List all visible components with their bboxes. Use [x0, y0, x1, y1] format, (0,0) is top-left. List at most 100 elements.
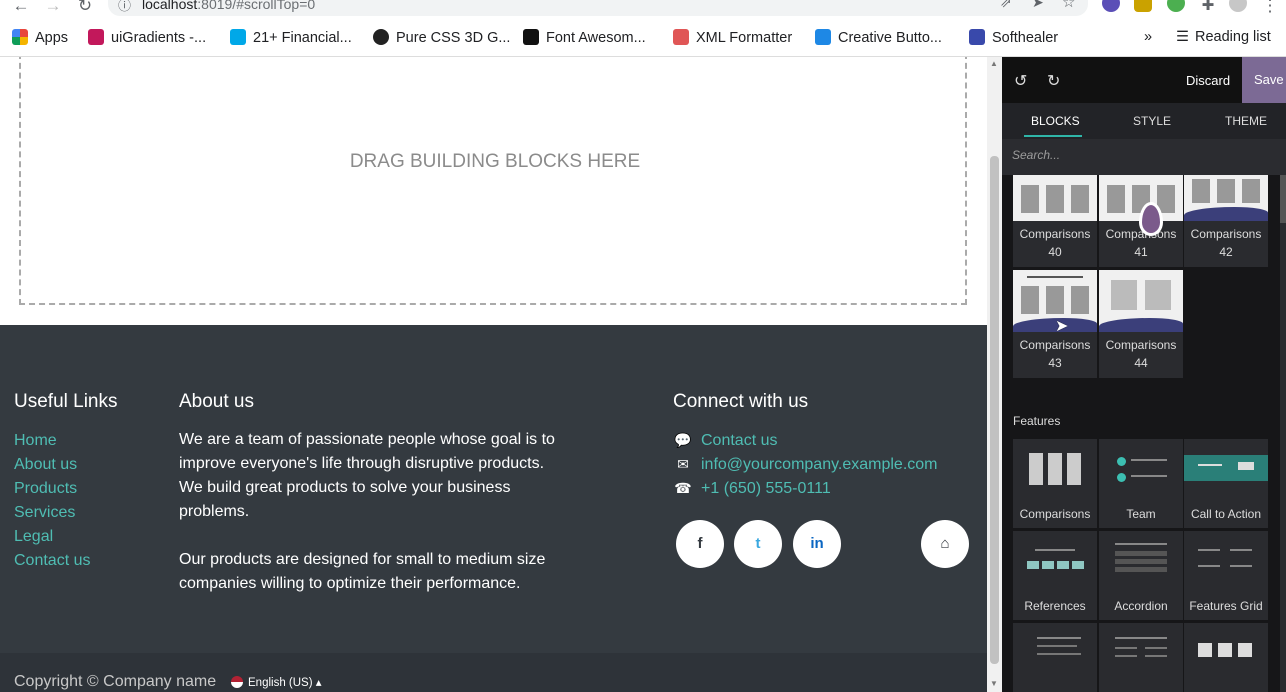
snippet-label: Comparisons: [1019, 507, 1091, 521]
reload-icon[interactable]: ↻: [74, 0, 96, 16]
snippet-label: Team: [1126, 507, 1156, 521]
snippet-feature-comparisons[interactable]: Comparisons: [1013, 439, 1097, 528]
bookmark-star-icon[interactable]: ☆: [1062, 0, 1075, 11]
extension-color-icon[interactable]: [1102, 0, 1120, 12]
snippet-references[interactable]: References: [1013, 531, 1097, 620]
block-dropzone[interactable]: DRAG BUILDING BLOCKS HERE: [19, 57, 967, 305]
footer-link-services[interactable]: Services: [14, 504, 75, 522]
xml-formatter-icon: [673, 29, 689, 45]
thumb-card: [1145, 280, 1171, 310]
scroll-thumb[interactable]: [990, 156, 999, 664]
snippet-label: Accordion: [1114, 599, 1168, 613]
tab-blocks[interactable]: BLOCKS: [1031, 114, 1080, 128]
thumb-line: [1035, 549, 1075, 551]
facebook-icon[interactable]: f: [676, 520, 724, 568]
snippet-label-line: 40: [1048, 245, 1062, 259]
about-paragraph-1: We are a team of passionate people whose…: [179, 428, 555, 524]
snippet-team[interactable]: Team: [1099, 439, 1183, 528]
reading-list[interactable]: ☰ Reading list: [1176, 29, 1271, 45]
language-selector[interactable]: English (US) ▴: [231, 675, 322, 689]
snippet-comparisons-44[interactable]: Comparisons 44: [1099, 270, 1183, 378]
tab-theme[interactable]: THEME: [1225, 114, 1267, 128]
url-bar-row: ← → ↻ ⓘ localhost:8019/#scrollTop=0 ⇗ ➤ …: [0, 0, 1286, 18]
bookmarks-more[interactable]: »: [1144, 29, 1152, 45]
undo-icon[interactable]: ↺: [1014, 71, 1027, 91]
thumb-card: [1021, 185, 1039, 213]
menu-dots-icon[interactable]: ⋮: [1259, 0, 1281, 16]
bookmark-apps[interactable]: Apps: [12, 29, 68, 46]
save-button[interactable]: Save: [1242, 57, 1286, 103]
thumb-wave: [1184, 207, 1268, 221]
forward-arrow-icon[interactable]: →: [42, 0, 64, 16]
thumb-card: [1192, 179, 1210, 203]
bookmark-financial[interactable]: 21+ Financial...: [230, 29, 352, 46]
apps-grid-icon: [12, 29, 28, 45]
block-search-input[interactable]: [1012, 148, 1272, 162]
footer-link-legal[interactable]: Legal: [14, 528, 53, 546]
snippet-label: Call to Action: [1190, 507, 1262, 521]
snippet-accordion[interactable]: Accordion: [1099, 531, 1183, 620]
bookmark-uigradients[interactable]: uiGradients -...: [88, 29, 206, 46]
thumb-line: [1145, 655, 1167, 657]
thumb-card: [1071, 286, 1089, 314]
address-bar[interactable]: ⓘ localhost:8019/#scrollTop=0 ⇗ ➤ ☆: [108, 0, 1088, 16]
extension-xml-icon[interactable]: [1167, 0, 1185, 12]
profile-avatar-icon[interactable]: [1229, 0, 1247, 12]
snippet-thumbnail: [1184, 175, 1268, 221]
thumb-avatar: [1117, 473, 1126, 482]
bookmark-softhealer[interactable]: Softhealer: [969, 29, 1058, 46]
snippet-feature-row3-a[interactable]: [1013, 623, 1097, 692]
back-arrow-icon[interactable]: ←: [10, 0, 32, 16]
snippet-label-line: Comparisons: [1190, 227, 1262, 241]
footer-link-contact[interactable]: Contact us: [14, 552, 90, 570]
snippet-label: Comparisons 40: [1013, 225, 1097, 261]
about-line: problems.: [179, 503, 250, 520]
footer-link-about[interactable]: About us: [14, 456, 77, 474]
thumb-line: [1198, 565, 1220, 567]
page-scrollbar[interactable]: ▲ ▼: [987, 57, 1002, 692]
share-icon[interactable]: ⇗: [1000, 0, 1012, 11]
snippet-features-grid[interactable]: Features Grid: [1184, 531, 1268, 620]
mouse-cursor-icon: ➤: [1055, 318, 1069, 335]
about-line: improve everyone's life through disrupti…: [179, 455, 545, 472]
scroll-down-arrow-icon[interactable]: ▼: [990, 679, 998, 688]
thumb-button: [1238, 462, 1254, 470]
codepen-icon: [373, 29, 389, 45]
thumb-logo: [1072, 561, 1084, 569]
contact-link[interactable]: Contact us: [701, 432, 777, 450]
bookmark-creative-buttons[interactable]: Creative Butto...: [815, 29, 942, 46]
snippet-call-to-action[interactable]: Call to Action: [1184, 439, 1268, 528]
snippet-feature-row3-b[interactable]: [1099, 623, 1183, 692]
snippet-thumbnail: [1013, 531, 1097, 591]
snippet-label-line: Comparisons: [1105, 338, 1177, 352]
home-icon[interactable]: ⌂: [921, 520, 969, 568]
snippet-comparisons-40[interactable]: Comparisons 40: [1013, 175, 1097, 267]
puzzle-icon[interactable]: ✚: [1197, 0, 1219, 16]
footer-link-home[interactable]: Home: [14, 432, 57, 450]
editor-panel: ↺ ↻ Discard Save BLOCKS STYLE THEME Comp…: [1002, 57, 1286, 692]
phone-link[interactable]: +1 (650) 555-0111: [701, 480, 831, 498]
thumb-card: [1107, 185, 1125, 213]
tab-style[interactable]: STYLE: [1133, 114, 1171, 128]
panel-scroll-thumb[interactable]: [1280, 175, 1286, 223]
redo-icon[interactable]: ↻: [1047, 71, 1060, 91]
send-icon[interactable]: ➤: [1032, 0, 1044, 11]
footer: Useful Links Home About us Products Serv…: [0, 325, 987, 692]
snippet-feature-row3-c[interactable]: [1184, 623, 1268, 692]
thumb-line: [1131, 475, 1167, 477]
about-title: About us: [179, 391, 254, 412]
email-link[interactable]: info@yourcompany.example.com: [701, 456, 938, 474]
twitter-icon[interactable]: t: [734, 520, 782, 568]
snippet-label-line: Comparisons: [1019, 338, 1091, 352]
scroll-up-arrow-icon[interactable]: ▲: [990, 59, 998, 68]
panel-scrollbar[interactable]: [1280, 175, 1286, 692]
linkedin-icon[interactable]: in: [793, 520, 841, 568]
info-icon[interactable]: ⓘ: [118, 0, 131, 14]
snippet-comparisons-42[interactable]: Comparisons 42: [1184, 175, 1268, 267]
discard-button[interactable]: Discard: [1186, 73, 1230, 88]
extension-rss-icon[interactable]: [1134, 0, 1152, 12]
bookmark-xml-formatter[interactable]: XML Formatter: [673, 29, 792, 46]
footer-link-products[interactable]: Products: [14, 480, 77, 498]
bookmark-pure-css[interactable]: Pure CSS 3D G...: [373, 29, 510, 46]
bookmark-font-awesome[interactable]: Font Awesom...: [523, 29, 646, 46]
